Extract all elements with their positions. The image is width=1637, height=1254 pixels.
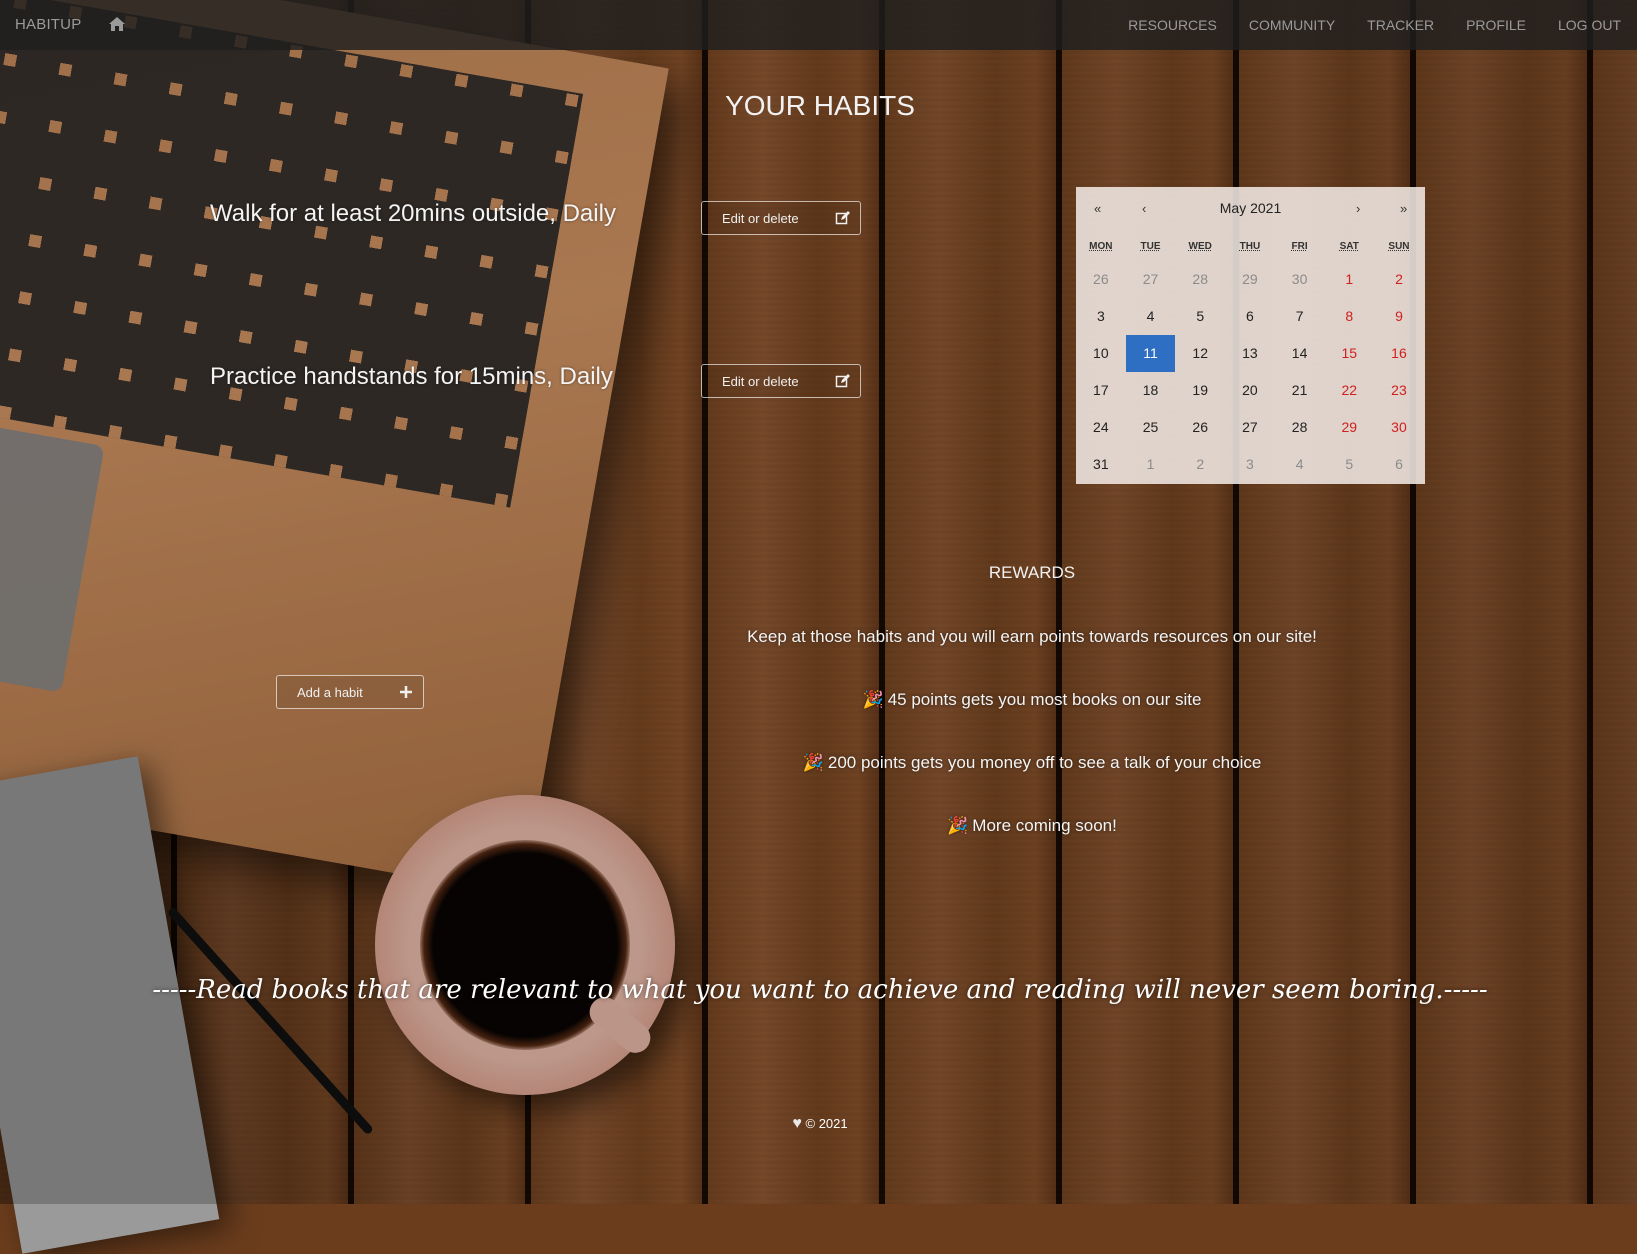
calendar-day[interactable]: 26	[1076, 261, 1126, 298]
footer-copyright: © 2021	[805, 1116, 848, 1131]
reward-item-text: 45 points gets you most books on our sit…	[887, 690, 1202, 709]
reward-item-text: More coming soon!	[972, 816, 1117, 835]
calendar-day[interactable]: 15	[1324, 335, 1374, 372]
rewards-title: REWARDS	[988, 563, 1076, 582]
calendar-day[interactable]: 5	[1175, 298, 1225, 335]
calendar-header: « ‹ May 2021 › »	[1076, 187, 1425, 233]
add-habit-label: Add a habit	[297, 684, 363, 700]
edit-habit-label: Edit or delete	[722, 373, 799, 389]
calendar-day[interactable]: 3	[1225, 446, 1275, 483]
weekday-header: TUE	[1140, 241, 1161, 252]
calendar-day[interactable]: 14	[1275, 335, 1325, 372]
weekday-header: MON	[1089, 241, 1113, 252]
calendar-day[interactable]: 30	[1374, 409, 1424, 446]
calendar-day[interactable]: 24	[1076, 409, 1126, 446]
calendar-day[interactable]: 18	[1126, 372, 1176, 409]
calendar-day[interactable]: 31	[1076, 446, 1126, 483]
background-overlay	[0, 0, 1637, 1204]
reward-item: 🎉 More coming soon!	[632, 816, 1432, 836]
calendar-day[interactable]: 5	[1324, 446, 1374, 483]
calendar-day[interactable]: 6	[1225, 298, 1275, 335]
weekday-header: THU	[1239, 241, 1261, 252]
weekday-header: SUN	[1388, 241, 1410, 252]
calendar-day[interactable]: 10	[1076, 335, 1126, 372]
calendar-day[interactable]: 3	[1076, 298, 1126, 335]
party-popper-icon: 🎉	[947, 816, 969, 835]
weekday-header: SAT	[1339, 241, 1359, 252]
reward-item: 🎉 200 points gets you money off to see a …	[632, 753, 1432, 773]
calendar-grid: MON TUE WED THU FRI SAT SUN 26 27 28 29 30 1 2 3 4 5 6 7 8 9…	[1076, 233, 1425, 483]
calendar-day[interactable]: 2	[1175, 446, 1225, 483]
calendar-day[interactable]: 16	[1374, 335, 1424, 372]
calendar-day[interactable]: 19	[1175, 372, 1225, 409]
calendar-day[interactable]: 23	[1374, 372, 1424, 409]
navbar: HABITUP RESOURCES COMMUNITY TRACKER PROF…	[0, 0, 1637, 50]
calendar-day[interactable]: 22	[1324, 372, 1374, 409]
home-icon[interactable]	[108, 15, 126, 33]
party-popper-icon: 🎉	[862, 690, 884, 709]
footer: ♥ © 2021	[700, 1115, 940, 1133]
edit-icon	[826, 202, 860, 234]
calendar-day[interactable]: 9	[1374, 298, 1424, 335]
weekday-header: FRI	[1291, 241, 1308, 252]
calendar-day[interactable]: 4	[1126, 298, 1176, 335]
calendar-day[interactable]: 27	[1225, 409, 1275, 446]
habit-text: Practice handstands for 15mins, Daily	[210, 363, 613, 390]
reward-item-text: 200 points gets you money off to see a t…	[827, 753, 1262, 772]
weekday-header: WED	[1188, 241, 1212, 252]
calendar-day[interactable]: 27	[1126, 261, 1176, 298]
calendar-day[interactable]: 29	[1324, 409, 1374, 446]
calendar-day[interactable]: 1	[1324, 261, 1374, 298]
calendar-day[interactable]: 17	[1076, 372, 1126, 409]
calendar-day[interactable]: 4	[1275, 446, 1325, 483]
nav-link-logout[interactable]: LOG OUT	[1542, 0, 1637, 50]
edit-icon	[826, 365, 860, 397]
calendar-day[interactable]: 29	[1225, 261, 1275, 298]
nav-links: RESOURCES COMMUNITY TRACKER PROFILE LOG …	[1112, 0, 1637, 50]
nav-link-community[interactable]: COMMUNITY	[1233, 0, 1351, 50]
calendar-day[interactable]: 28	[1175, 261, 1225, 298]
calendar-day[interactable]: 2	[1374, 261, 1424, 298]
calendar-day[interactable]: 13	[1225, 335, 1275, 372]
calendar-day[interactable]: 7	[1275, 298, 1325, 335]
rewards-intro: Keep at those habits and you will earn p…	[747, 627, 1317, 646]
nav-link-resources[interactable]: RESOURCES	[1112, 0, 1233, 50]
reward-item: 🎉 45 points gets you most books on our si…	[632, 690, 1432, 710]
calendar: « ‹ May 2021 › » MON TUE WED THU FRI SAT SUN 26…	[1076, 187, 1425, 484]
calendar-day[interactable]: 21	[1275, 372, 1325, 409]
calendar-day[interactable]: 28	[1275, 409, 1325, 446]
calendar-day[interactable]: 6	[1374, 446, 1424, 483]
calendar-day[interactable]: 20	[1225, 372, 1275, 409]
calendar-month-label[interactable]: May 2021	[1076, 200, 1425, 216]
edit-habit-button[interactable]: Edit or delete	[701, 201, 861, 235]
next-year-button[interactable]: »	[1400, 201, 1407, 216]
calendar-day[interactable]: 30	[1275, 261, 1325, 298]
habit-text: Walk for at least 20mins outside, Daily	[210, 200, 616, 227]
add-habit-button[interactable]: Add a habit	[276, 675, 424, 709]
brand-link[interactable]: HABITUP	[15, 16, 81, 33]
calendar-day[interactable]: 1	[1126, 446, 1176, 483]
calendar-day[interactable]: 12	[1175, 335, 1225, 372]
page-title: YOUR HABITS	[725, 90, 915, 121]
plus-icon	[389, 676, 423, 708]
calendar-day[interactable]: 11	[1125, 335, 1176, 372]
heart-icon: ♥	[792, 1115, 802, 1132]
edit-habit-button[interactable]: Edit or delete	[701, 364, 861, 398]
edit-habit-label: Edit or delete	[722, 210, 799, 226]
calendar-day[interactable]: 26	[1175, 409, 1225, 446]
party-popper-icon: 🎉	[802, 753, 824, 772]
next-month-button[interactable]: ›	[1356, 201, 1360, 216]
calendar-day[interactable]: 25	[1126, 409, 1176, 446]
calendar-day[interactable]: 8	[1324, 298, 1374, 335]
motivational-quote: -----Read books that are relevant to wha…	[152, 975, 1488, 1005]
nav-link-tracker[interactable]: TRACKER	[1351, 0, 1450, 50]
nav-link-profile[interactable]: PROFILE	[1450, 0, 1542, 50]
